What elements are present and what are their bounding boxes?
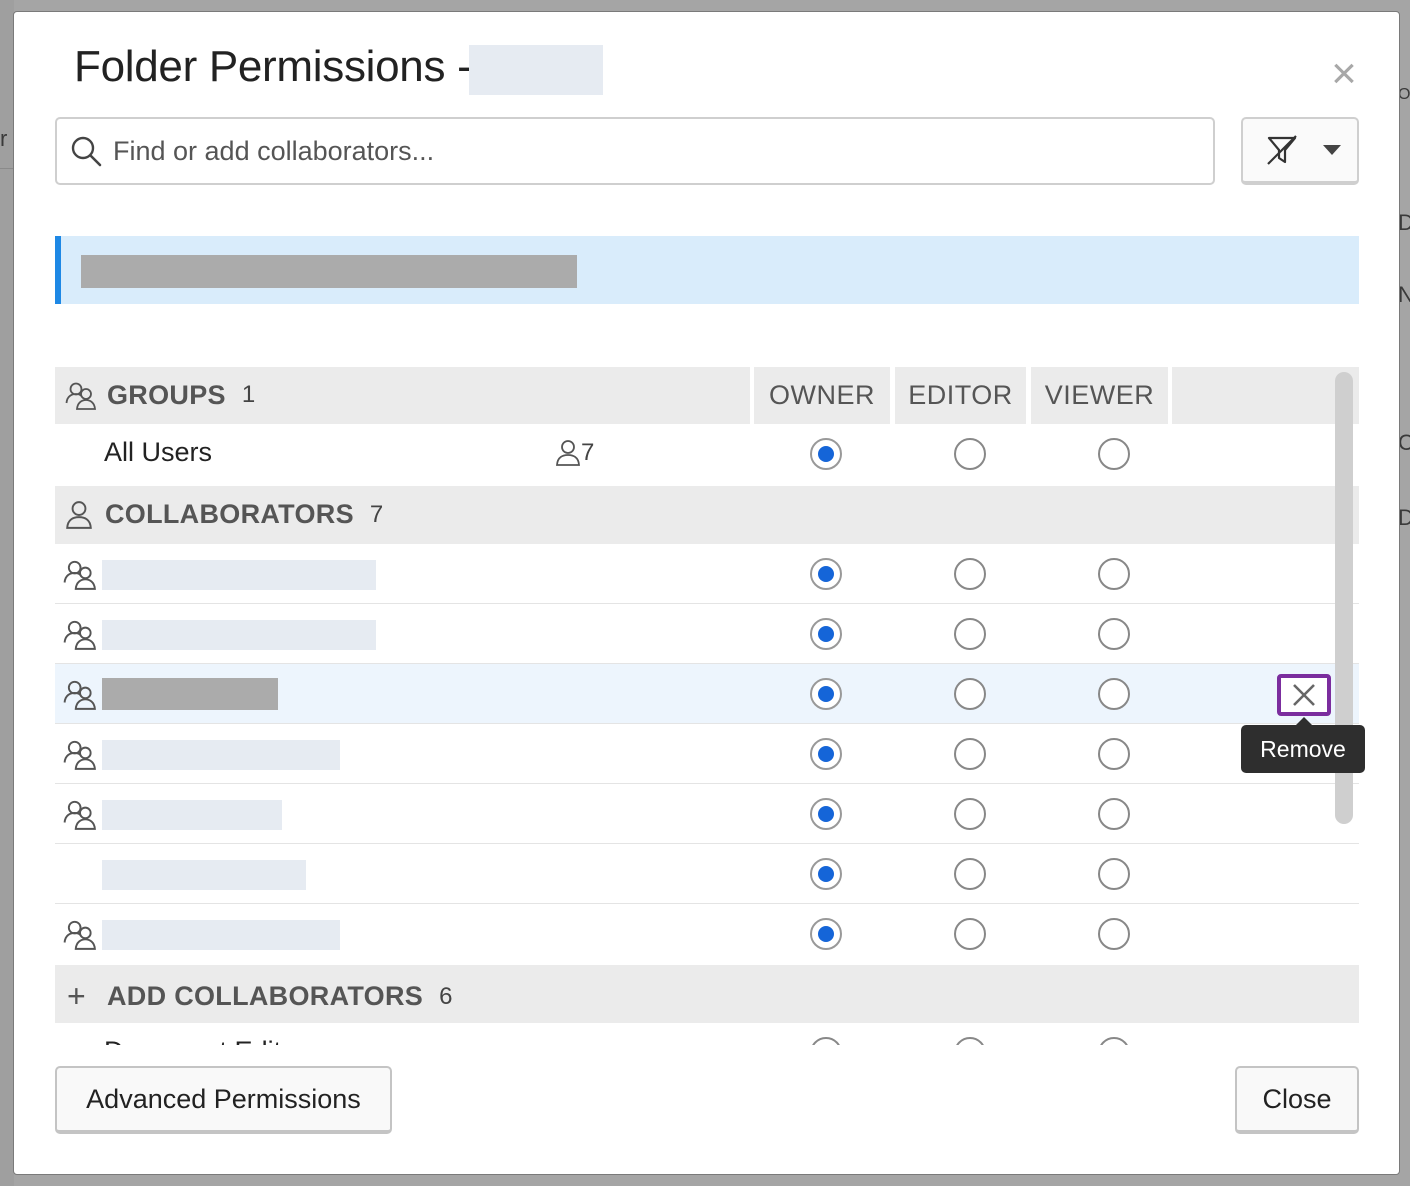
collaborator-row-highlighted	[55, 664, 1359, 724]
background-text-fragment: r	[0, 126, 8, 151]
banner-text-redacted	[81, 255, 577, 288]
search-input[interactable]	[113, 135, 1193, 167]
column-header-viewer[interactable]: VIEWER	[1031, 367, 1168, 424]
close-icon[interactable]: ×	[1324, 52, 1364, 96]
owner-radio[interactable]	[810, 798, 842, 830]
background-divider	[0, 168, 13, 169]
plus-icon: +	[67, 978, 86, 1014]
close-button[interactable]: Close	[1235, 1066, 1359, 1134]
editor-radio[interactable]	[954, 618, 986, 650]
group-row-all-users: All Users 7	[55, 424, 1334, 486]
remove-button[interactable]	[1277, 674, 1331, 716]
search-icon	[71, 136, 102, 167]
groups-section-label: GROUPS 1	[65, 379, 255, 411]
group-icon	[63, 920, 96, 950]
viewer-radio[interactable]	[1098, 858, 1130, 890]
viewer-radio[interactable]	[1098, 738, 1130, 770]
background-left-strip	[0, 0, 14, 1186]
remove-tooltip: Remove	[1241, 717, 1365, 773]
collaborators-count: 7	[369, 500, 384, 528]
viewer-radio[interactable]	[1098, 918, 1130, 950]
group-icon	[63, 680, 96, 710]
editor-radio[interactable]	[954, 678, 986, 710]
collaborator-name-redacted	[102, 920, 340, 950]
close-icon	[1293, 684, 1315, 706]
editor-radio[interactable]	[954, 738, 986, 770]
group-icon	[63, 740, 96, 770]
group-name: Document Edit	[104, 1036, 281, 1045]
filter-off-icon	[1267, 135, 1297, 165]
caret-down-icon	[1323, 145, 1341, 155]
editor-radio[interactable]	[954, 798, 986, 830]
permissions-table: GROUPS 1 OWNER EDITOR VIEWER All Users 7	[55, 367, 1359, 1045]
editor-radio[interactable]	[954, 1037, 986, 1045]
viewer-radio[interactable]	[1098, 558, 1130, 590]
group-icon	[63, 560, 96, 590]
person-icon	[556, 440, 580, 466]
column-header-editor[interactable]: EDITOR	[895, 367, 1026, 424]
group-name: All Users	[104, 437, 213, 467]
add-collaborators-label: ADD COLLABORATORS	[107, 981, 424, 1011]
filter-dropdown-button[interactable]	[1241, 117, 1359, 185]
collaborator-name-redacted	[102, 800, 282, 830]
add-collaborators-count: 6	[439, 982, 453, 1010]
collaborator-name-redacted	[102, 860, 306, 890]
collaborator-row	[55, 904, 1359, 964]
editor-radio[interactable]	[954, 438, 986, 470]
groups-label: GROUPS	[107, 379, 226, 410]
add-collaborators-section-label[interactable]: + ADD COLLABORATORS 6	[67, 978, 453, 1015]
collaborator-row	[55, 724, 1359, 784]
collaborator-search[interactable]	[55, 117, 1215, 185]
editor-radio[interactable]	[954, 858, 986, 890]
owner-radio[interactable]	[810, 618, 842, 650]
collaborator-name-redacted	[102, 678, 278, 710]
owner-radio[interactable]	[810, 738, 842, 770]
groups-count: 1	[241, 381, 256, 408]
member-count-value: 7	[581, 439, 595, 466]
collaborator-name-redacted	[102, 620, 376, 650]
viewer-radio[interactable]	[1098, 438, 1130, 470]
viewer-radio[interactable]	[1098, 618, 1130, 650]
collaborators-section-label: COLLABORATORS 7	[65, 499, 384, 530]
collaborator-row	[55, 604, 1359, 664]
dialog-title: Folder Permissions -	[74, 42, 472, 91]
viewer-radio[interactable]	[1098, 678, 1130, 710]
viewer-radio[interactable]	[1098, 1037, 1130, 1045]
collaborator-name-redacted	[102, 560, 376, 590]
folder-name-redacted	[469, 45, 603, 95]
collaborator-row	[55, 544, 1359, 604]
editor-radio[interactable]	[954, 918, 986, 950]
owner-radio[interactable]	[810, 918, 842, 950]
owner-radio[interactable]	[810, 558, 842, 590]
group-icon	[63, 620, 96, 650]
add-collaborator-row-partial: Document Edit	[55, 1023, 1359, 1045]
advanced-permissions-button[interactable]: Advanced Permissions	[55, 1066, 392, 1134]
column-header-owner[interactable]: OWNER	[754, 367, 890, 424]
owner-radio[interactable]	[810, 438, 842, 470]
owner-radio[interactable]	[810, 1037, 842, 1045]
viewer-radio[interactable]	[1098, 798, 1130, 830]
owner-radio[interactable]	[810, 678, 842, 710]
collaborator-name-redacted	[102, 740, 340, 770]
person-icon	[66, 500, 92, 529]
group-icon	[65, 382, 96, 410]
editor-radio[interactable]	[954, 558, 986, 590]
folder-permissions-dialog: Folder Permissions - × G	[13, 11, 1400, 1175]
collaborator-row	[55, 844, 1359, 904]
column-header-actions	[1172, 367, 1359, 424]
collaborators-label: COLLABORATORS	[105, 499, 354, 529]
info-banner	[55, 236, 1359, 304]
group-icon	[63, 800, 96, 830]
owner-radio[interactable]	[810, 858, 842, 890]
collaborator-row	[55, 784, 1359, 844]
member-count: 7	[555, 439, 594, 467]
